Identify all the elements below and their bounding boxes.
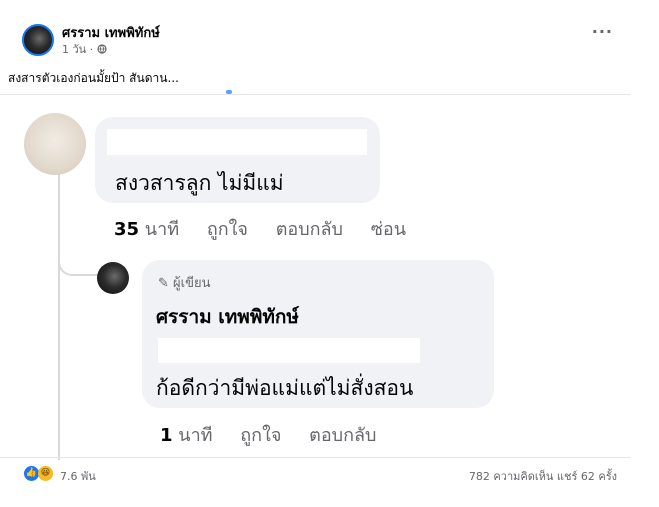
thread-branch: [58, 250, 98, 276]
haha-reaction-icon: 😆: [38, 466, 53, 481]
author-badge: ✎ ผู้เขียน: [158, 276, 211, 291]
commenter-avatar[interactable]: [24, 113, 86, 175]
reaction-count[interactable]: 7.6 พัน: [60, 467, 96, 485]
hide-button[interactable]: ซ่อน: [371, 219, 406, 240]
like-button[interactable]: ถูกใจ: [207, 219, 248, 240]
pencil-icon: ✎: [158, 276, 169, 291]
reply-text: ก้อดีกว่ามีพ่อแม่แต่ไม่สั่งสอน: [156, 376, 414, 400]
thread-line: [58, 170, 60, 460]
like-reaction-icon: 👍: [24, 466, 39, 481]
comment-time[interactable]: 35 นาที: [114, 219, 179, 240]
comment-bubble: สงวสารลูก ไม่มีแม่: [95, 117, 380, 203]
post-time[interactable]: 1 วัน ·: [62, 43, 97, 56]
reply-bubble: ✎ ผู้เขียน ศรราม เทพพิทักษ์ ก้อดีกว่ามีพ…: [142, 260, 494, 408]
reply-author-avatar[interactable]: [97, 262, 129, 294]
post-text: สงสารตัวเองก่อนมั้ยป้า สันดาน...: [8, 71, 179, 85]
reply-button[interactable]: ตอบกลับ: [276, 219, 343, 240]
reply-like-button[interactable]: ถูกใจ: [240, 425, 281, 446]
redacted-mention: [158, 338, 420, 363]
redacted-name: [107, 129, 367, 155]
post-meta: 1 วัน ·: [62, 40, 107, 58]
reply-actions: 1 นาที ถูกใจ ตอบกลับ: [160, 420, 398, 449]
globe-icon: [97, 43, 107, 56]
comment-share-stats[interactable]: 782 ความคิดเห็น แชร์ 62 ครั้ง: [469, 467, 617, 485]
footer-divider: [0, 457, 630, 458]
comment-actions: 35 นาที ถูกใจ ตอบกลับ ซ่อน: [114, 214, 428, 243]
reply-reply-button[interactable]: ตอบกลับ: [309, 425, 376, 446]
comment-text: สงวสารลูก ไม่มีแม่: [115, 171, 284, 195]
reply-author-name[interactable]: ศรราม เทพพิทักษ์: [156, 302, 299, 332]
more-options-button[interactable]: ···: [592, 22, 613, 41]
reply-time[interactable]: 1 นาที: [160, 425, 213, 446]
divider: [0, 94, 630, 95]
post-author-avatar[interactable]: [22, 24, 54, 56]
